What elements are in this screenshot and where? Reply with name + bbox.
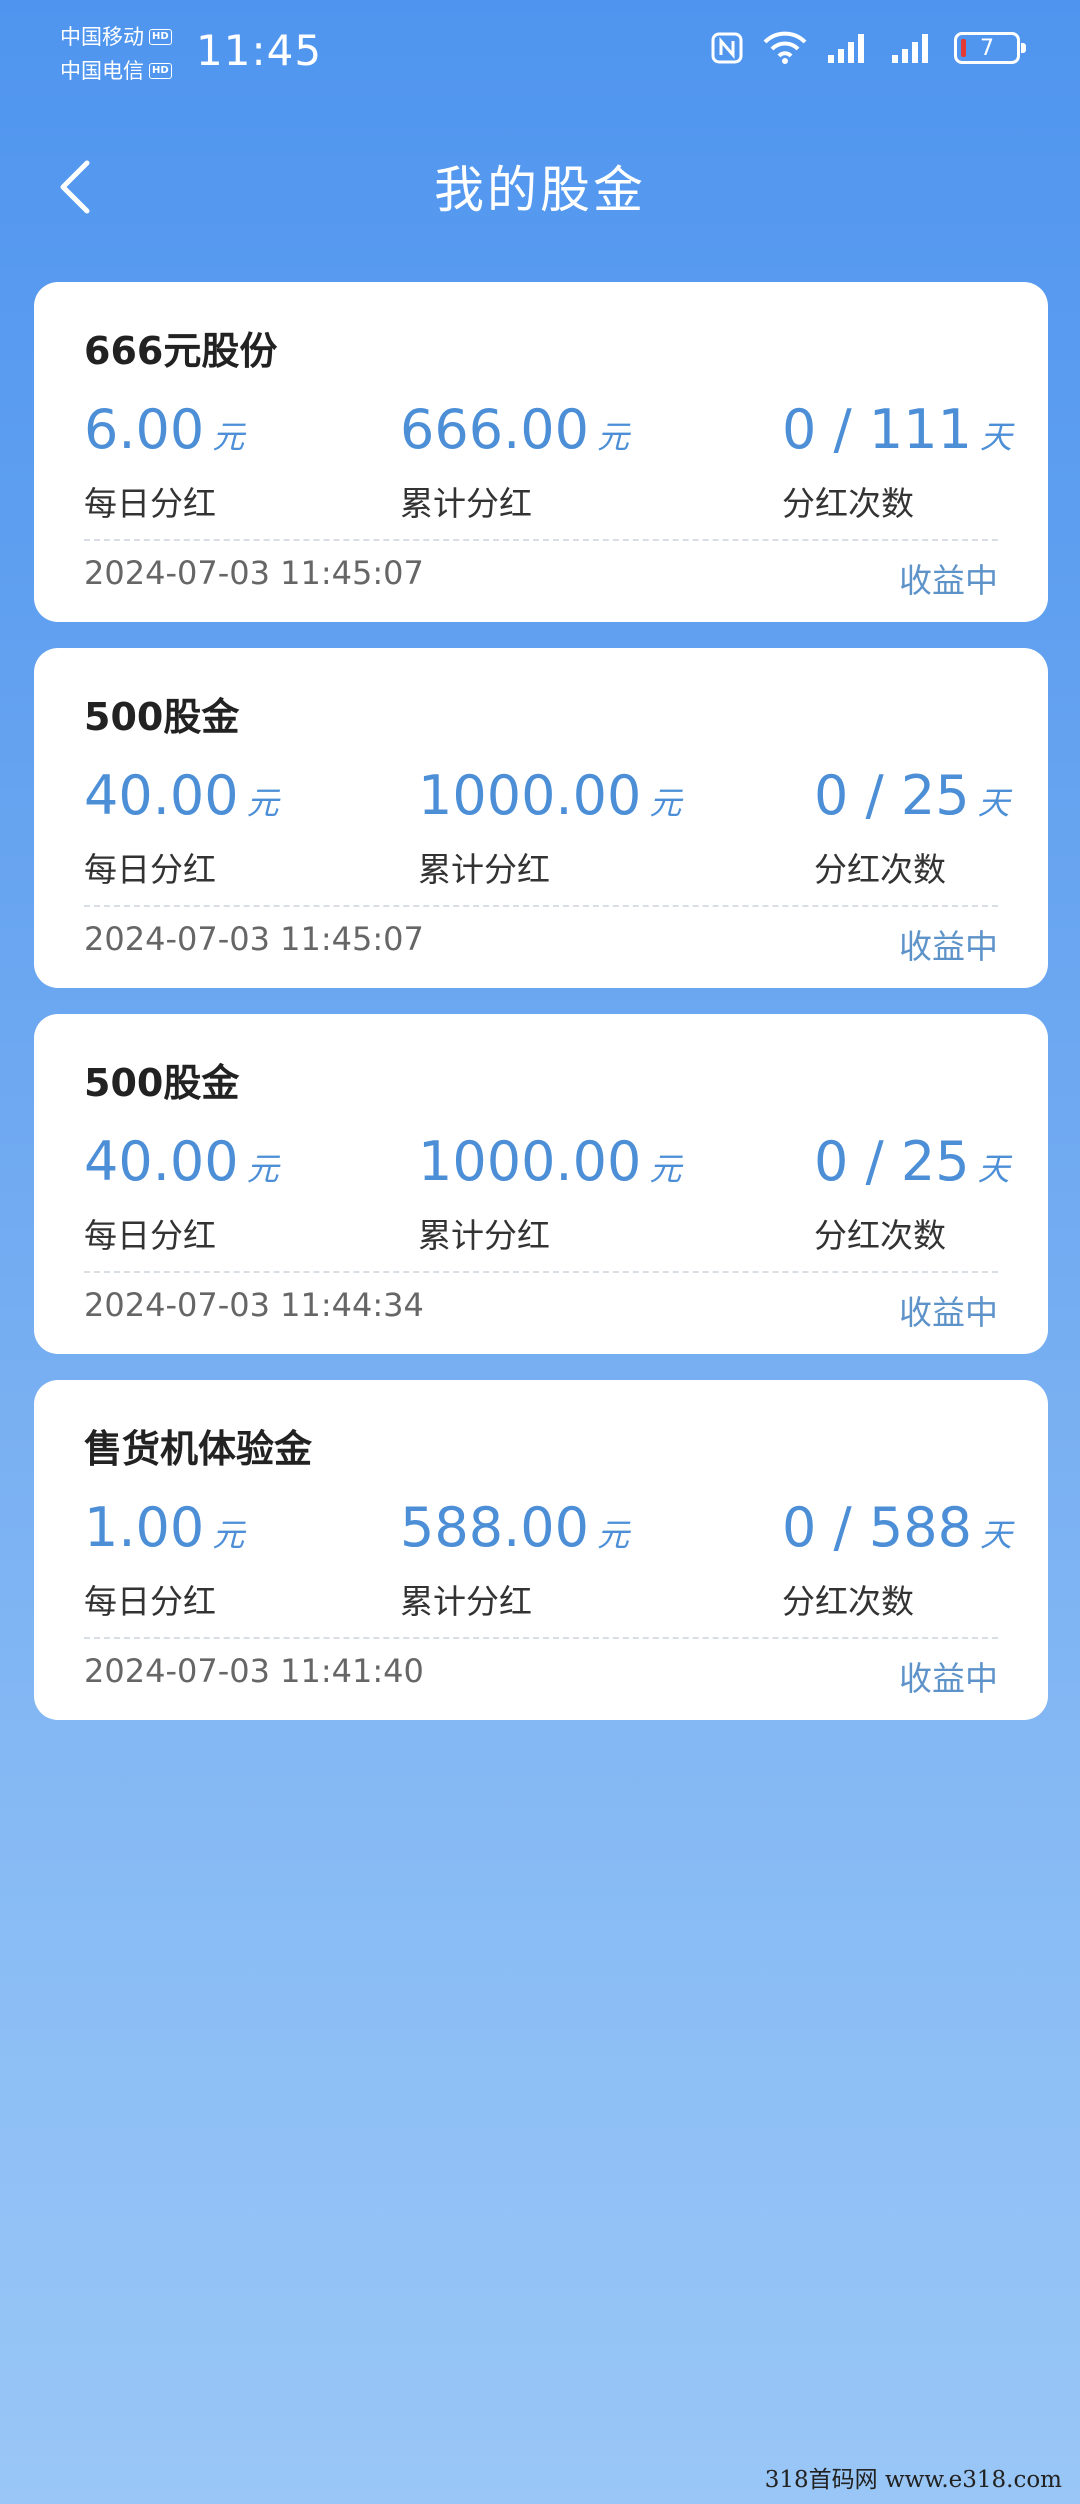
clock: 11:45 [196, 26, 323, 75]
page-title: 我的股金 [434, 161, 646, 219]
stock-card[interactable]: 售货机体验金 1.00 元 每日分红 588.00 元 累计分红 0 / 588 天 … [34, 1380, 1048, 1720]
dividend-count: 0 / 111 天 分红次数 [782, 398, 1012, 524]
card-timestamp: 2024-07-03 11:41:40 [84, 1652, 424, 1690]
card-title: 500股金 [84, 1061, 240, 1105]
signal-icon [828, 34, 864, 63]
daily-dividend: 6.00 元 每日分红 [84, 398, 245, 524]
stock-card[interactable]: 500股金 40.00 元 每日分红 1000.00 元 累计分红 0 / 25 天 … [34, 1014, 1048, 1354]
status-badge: 收益中 [899, 1293, 998, 1332]
daily-dividend: 40.00 元 每日分红 [84, 1130, 279, 1256]
dividend-count: 0 / 25 天 分红次数 [814, 764, 1010, 890]
carrier-2: 中国电信 [60, 59, 144, 83]
total-dividend: 588.00 元 累计分红 [400, 1496, 629, 1622]
nav-bar: 我的股金 [0, 140, 1080, 230]
total-dividend: 1000.00 元 累计分红 [418, 1130, 682, 1256]
stock-card[interactable]: 500股金 40.00 元 每日分红 1000.00 元 累计分红 0 / 25 天 … [34, 648, 1048, 988]
status-badge: 收益中 [899, 927, 998, 966]
watermark: 318首码网 www.e318.com [764, 2467, 1062, 2493]
hd-badge: HD [149, 63, 172, 79]
nfc-icon [711, 32, 743, 64]
stock-list: 666元股份 6.00 元 每日分红 666.00 元 累计分红 0 / 111 天 … [34, 282, 1048, 1746]
daily-dividend: 1.00 元 每日分红 [84, 1496, 245, 1622]
signal-icon [892, 34, 928, 63]
carrier-info: 中国移动 HD 中国电信 HD [60, 20, 172, 88]
status-icons: 7 [710, 30, 1026, 66]
dividend-count: 0 / 588 天 分红次数 [782, 1496, 1012, 1622]
total-dividend: 666.00 元 累计分红 [400, 398, 629, 524]
hd-badge: HD [149, 29, 172, 45]
card-timestamp: 2024-07-03 11:45:07 [84, 554, 424, 592]
divider [84, 1637, 998, 1639]
card-title: 售货机体验金 [84, 1427, 313, 1471]
divider [84, 905, 998, 907]
battery-level: 7 [980, 35, 994, 61]
battery-icon: 7 [954, 32, 1026, 64]
card-title: 500股金 [84, 695, 240, 739]
carrier-1: 中国移动 [60, 25, 144, 49]
card-timestamp: 2024-07-03 11:45:07 [84, 920, 424, 958]
status-bar: 中国移动 HD 中国电信 HD 11:45 7 [0, 0, 1080, 110]
total-dividend: 1000.00 元 累计分红 [418, 764, 682, 890]
divider [84, 539, 998, 541]
card-timestamp: 2024-07-03 11:44:34 [84, 1286, 424, 1324]
divider [84, 1271, 998, 1273]
card-title: 666元股份 [84, 329, 278, 373]
dividend-count: 0 / 25 天 分红次数 [814, 1130, 1010, 1256]
status-badge: 收益中 [899, 561, 998, 600]
daily-dividend: 40.00 元 每日分红 [84, 764, 279, 890]
stock-card[interactable]: 666元股份 6.00 元 每日分红 666.00 元 累计分红 0 / 111 天 … [34, 282, 1048, 622]
status-badge: 收益中 [899, 1659, 998, 1698]
wifi-icon [763, 31, 807, 64]
